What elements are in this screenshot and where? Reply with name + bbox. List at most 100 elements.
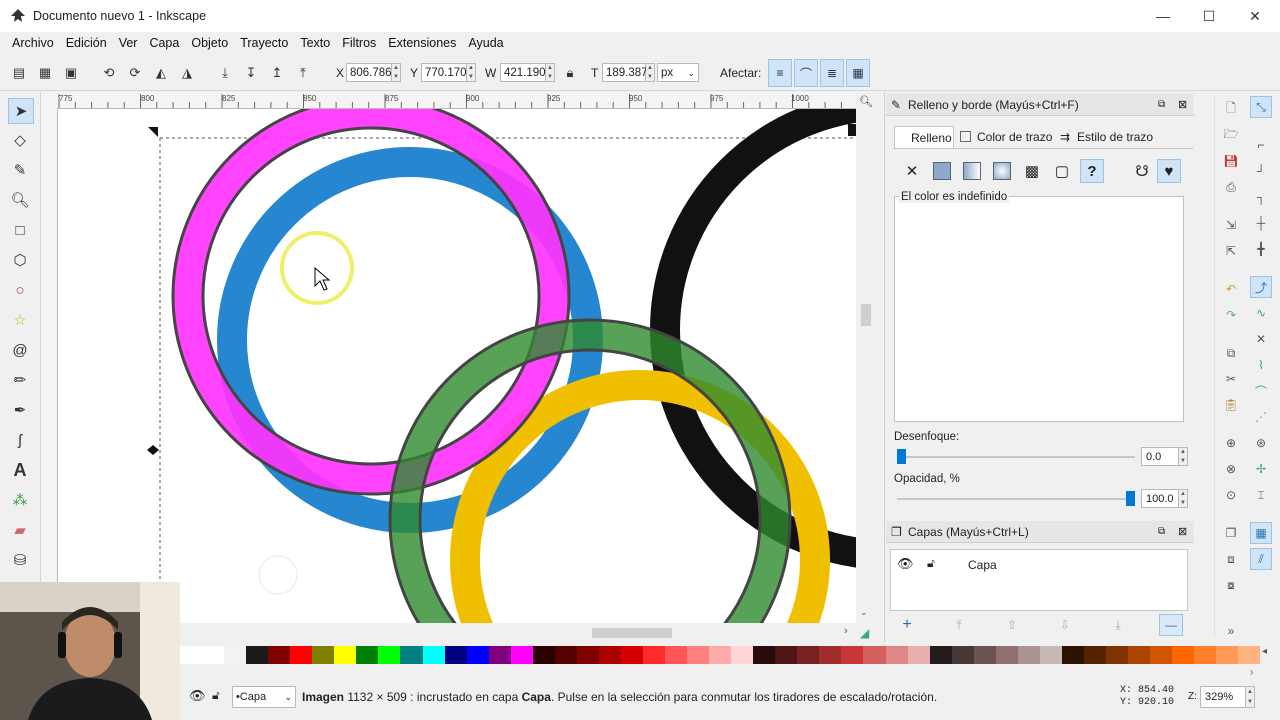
tab-fill[interactable]: Relleno	[894, 126, 954, 148]
clone-icon[interactable]: ⧈	[1220, 548, 1242, 570]
menu-objeto[interactable]: Objeto	[185, 32, 234, 54]
snap-paths-icon[interactable]: ∿	[1250, 302, 1272, 324]
menu-trayecto[interactable]: Trayecto	[234, 32, 294, 54]
palette-swatch[interactable]	[488, 646, 511, 664]
more-commands-icon[interactable]: »	[1220, 620, 1242, 642]
width-field[interactable]: 421.190	[500, 63, 546, 82]
eye-icon[interactable]: 👁︎	[897, 556, 914, 572]
save-icon[interactable]: 💾︎	[1220, 150, 1242, 172]
width-spinner[interactable]: ▲ ▼	[546, 63, 555, 82]
snap-bbox-midpoint-icon[interactable]: ┼	[1250, 212, 1272, 234]
palette-swatch[interactable]	[907, 646, 930, 664]
palette-swatch[interactable]	[400, 646, 423, 664]
paint-bucket-tool-icon[interactable]: ⛁	[8, 548, 32, 572]
print-icon[interactable]: ⎙	[1220, 176, 1242, 198]
panel-float-icon[interactable]: ⧉	[1158, 94, 1165, 116]
linear-gradient-icon[interactable]	[960, 159, 984, 183]
menu-ayuda[interactable]: Ayuda	[462, 32, 509, 54]
undo-icon[interactable]: ↶	[1220, 278, 1242, 300]
palette-scroll-right-icon[interactable]: ›	[1250, 667, 1253, 678]
raise-icon[interactable]: ↥	[266, 62, 288, 84]
palette-swatch[interactable]	[929, 646, 952, 664]
palette-swatch[interactable]	[819, 646, 842, 664]
affect-gradients-button[interactable]: ≣	[820, 59, 844, 87]
snap-grid-icon[interactable]: ▦	[1250, 522, 1272, 544]
y-spinner[interactable]: ▲ ▼	[467, 63, 476, 82]
paste-icon[interactable]: 📋︎	[1220, 394, 1242, 416]
text-tool-icon[interactable]: A	[8, 458, 32, 482]
palette-swatch[interactable]	[246, 646, 269, 664]
lower-to-bottom-icon[interactable]: ⤓	[214, 62, 236, 84]
vertical-scrollbar[interactable]: ⌄	[856, 109, 876, 623]
lower-layer-icon[interactable]: ⇩	[1054, 614, 1076, 636]
zoom-corner-icon[interactable]: 🔍︎	[858, 94, 874, 108]
spray-tool-icon[interactable]: ⁂	[8, 488, 32, 512]
star-tool-icon[interactable]: ☆	[8, 308, 32, 332]
flip-vertical-icon[interactable]: ◮	[176, 62, 198, 84]
unlock-icon[interactable]: 🔓︎	[212, 688, 220, 703]
affect-stroke-button[interactable]: ≡	[768, 59, 792, 87]
raise-layer-icon[interactable]: ⇧	[1001, 614, 1023, 636]
menu-filtros[interactable]: Filtros	[336, 32, 382, 54]
new-document-icon[interactable]: 🗋	[1220, 98, 1242, 120]
layer-row[interactable]: 👁︎ 🔓︎ Capa	[891, 550, 1187, 578]
eye-icon[interactable]: 👁︎	[189, 688, 206, 704]
snap-toggle-icon[interactable]: ⤡	[1250, 96, 1272, 118]
calligraphy-tool-icon[interactable]: ʃ	[8, 428, 32, 452]
snap-smooth-nodes-icon[interactable]: ⌒	[1250, 380, 1272, 402]
zoom-selection-icon[interactable]: ⊕	[1220, 432, 1242, 454]
menu-archivo[interactable]: Archivo	[6, 32, 60, 54]
palette-swatch[interactable]	[444, 646, 467, 664]
swatch-icon[interactable]: ▢	[1050, 159, 1074, 183]
flip-horizontal-icon[interactable]: ◭	[150, 62, 172, 84]
height-field[interactable]: 189.387	[602, 63, 648, 82]
scroll-right-icon[interactable]: ›	[844, 625, 848, 637]
close-button[interactable]: ✕	[1232, 0, 1278, 32]
panel-close-icon[interactable]: ⊠	[1178, 94, 1187, 116]
menu-ver[interactable]: Ver	[113, 32, 144, 54]
zoom-spinner[interactable]: ▲ ▼	[1246, 686, 1255, 708]
rectangle-tool-icon[interactable]: □	[8, 218, 32, 242]
palette-swatch[interactable]	[224, 646, 247, 664]
opacity-spinner[interactable]: ▲ ▼	[1179, 489, 1188, 508]
palette-swatch[interactable]	[1083, 646, 1106, 664]
snap-nodes-icon[interactable]: ⤴	[1250, 276, 1272, 298]
pattern-icon[interactable]: ▩	[1020, 159, 1044, 183]
x-spinner[interactable]: ▲ ▼	[392, 63, 401, 82]
snap-cusp-nodes-icon[interactable]: ⌇	[1250, 354, 1272, 376]
export-icon[interactable]: ⇱	[1220, 240, 1242, 262]
eraser-tool-icon[interactable]: ▰	[8, 518, 32, 542]
palette-swatch[interactable]	[554, 646, 577, 664]
zoom-field[interactable]: 329%	[1200, 686, 1246, 708]
affect-patterns-button[interactable]: ▦	[846, 59, 870, 87]
unit-select[interactable]: px ⌄	[657, 63, 699, 82]
horizontal-scrollbar[interactable]: ›	[180, 624, 860, 642]
palette-swatch[interactable]	[709, 646, 732, 664]
blur-slider-track[interactable]	[897, 456, 1135, 458]
palette-swatch[interactable]	[510, 646, 533, 664]
copy-icon[interactable]: ⧉	[1220, 342, 1242, 364]
tweak-tool-icon[interactable]: ✎	[8, 158, 32, 182]
palette-swatch[interactable]	[268, 646, 291, 664]
raise-to-top-icon[interactable]: ⤒	[292, 62, 314, 84]
opacity-value-field[interactable]: 100.0	[1141, 489, 1179, 508]
height-spinner[interactable]: ▲ ▼	[646, 63, 655, 82]
current-layer-dropdown[interactable]: •Capa ⌄	[232, 686, 296, 708]
snap-bbox-edge-icon[interactable]: ┘	[1250, 160, 1272, 182]
palette-swatch[interactable]	[532, 646, 555, 664]
horizontal-scroll-thumb[interactable]	[592, 628, 672, 638]
opacity-slider-thumb[interactable]	[1126, 491, 1135, 506]
palette-swatch[interactable]	[665, 646, 688, 664]
tab-stroke-style[interactable]: ⇉ Estilo de trazo	[1060, 126, 1153, 148]
menu-extensiones[interactable]: Extensiones	[382, 32, 462, 54]
select-all-icon[interactable]: ▤	[8, 62, 30, 84]
snap-rotation-center-icon[interactable]: ✢	[1250, 458, 1272, 480]
snap-text-baseline-icon[interactable]: ⌶	[1250, 484, 1272, 506]
palette-swatch[interactable]	[642, 646, 666, 664]
palette-swatch[interactable]	[1194, 646, 1217, 664]
palette-swatch[interactable]	[312, 646, 335, 664]
palette-swatch[interactable]	[1216, 646, 1239, 664]
palette-swatch[interactable]	[334, 646, 357, 664]
drawing-canvas[interactable]	[58, 109, 856, 623]
snap-bbox-center-icon[interactable]: ╋	[1250, 238, 1272, 260]
